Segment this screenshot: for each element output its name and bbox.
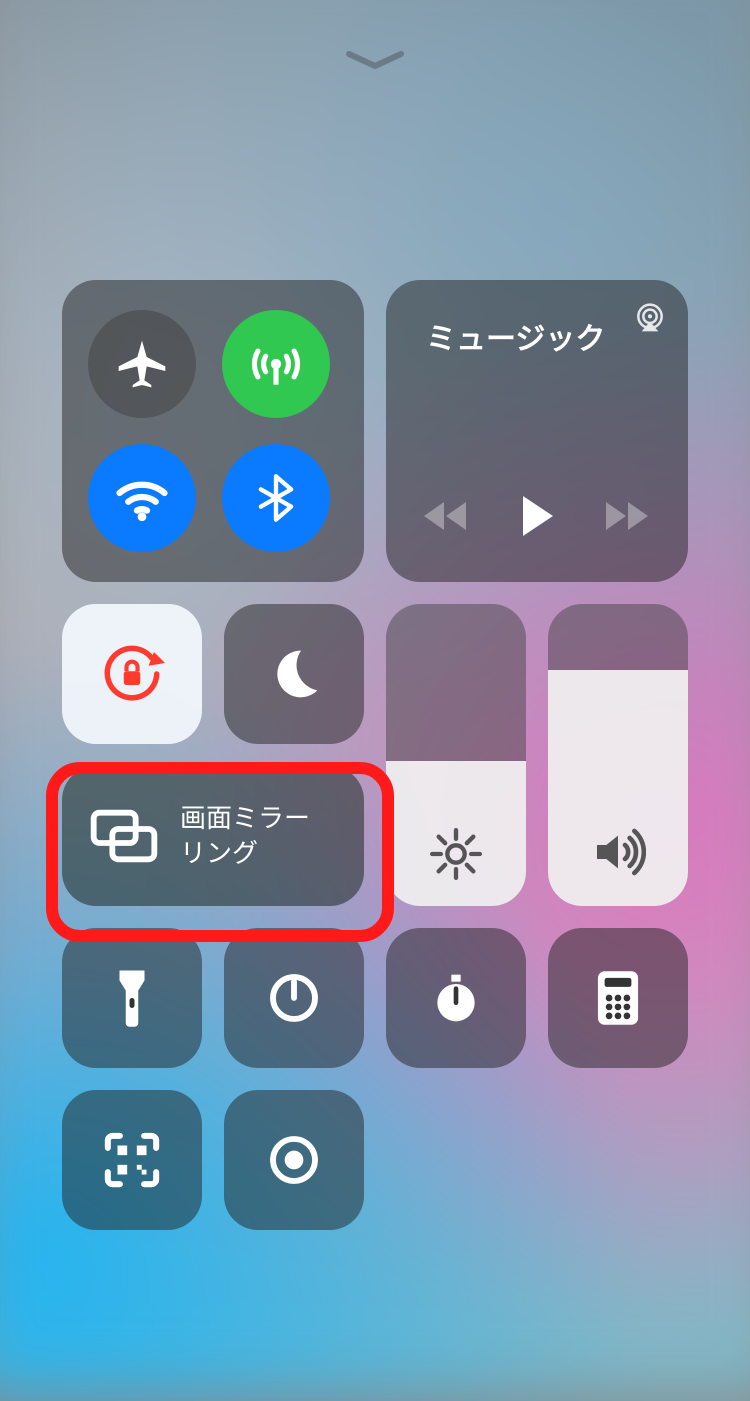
- screen-mirroring-button[interactable]: 画面ミラーリング: [62, 766, 364, 906]
- calculator-icon: [594, 969, 642, 1027]
- volume-icon: [590, 824, 646, 880]
- media-transport-controls: [408, 492, 666, 564]
- play-icon: [515, 492, 559, 540]
- media-controls-group[interactable]: ミュージック: [386, 280, 688, 582]
- airplay-icon[interactable]: [630, 298, 670, 338]
- rewind-button[interactable]: [422, 496, 470, 536]
- orientation-lock-icon: [99, 641, 165, 707]
- flashlight-icon: [110, 968, 154, 1028]
- chevron-down-icon[interactable]: [345, 50, 405, 70]
- flashlight-button[interactable]: [62, 928, 202, 1068]
- screen-record-button[interactable]: [224, 1090, 364, 1230]
- screen-mirror-icon: [88, 808, 160, 864]
- screen-record-icon: [266, 1132, 322, 1188]
- play-button[interactable]: [515, 492, 559, 540]
- volume-slider[interactable]: [548, 604, 688, 906]
- cellular-data-toggle[interactable]: [222, 310, 330, 418]
- rewind-icon: [422, 496, 470, 536]
- brightness-slider[interactable]: [386, 604, 526, 906]
- orientation-lock-toggle[interactable]: [62, 604, 202, 744]
- cellular-icon: [245, 333, 307, 395]
- screen-mirroring-label: 画面ミラーリング: [180, 801, 310, 871]
- airplane-icon: [114, 336, 170, 392]
- media-title: ミュージック: [426, 314, 605, 358]
- timer-button[interactable]: [224, 928, 364, 1068]
- stopwatch-button[interactable]: [386, 928, 526, 1068]
- forward-icon: [604, 496, 652, 536]
- forward-button[interactable]: [604, 496, 652, 536]
- bluetooth-icon: [250, 472, 302, 524]
- moon-icon: [266, 646, 322, 702]
- timer-icon: [266, 970, 322, 1026]
- connectivity-group: [62, 280, 364, 582]
- bluetooth-toggle[interactable]: [222, 444, 330, 552]
- stopwatch-icon: [428, 970, 484, 1026]
- qr-scan-button[interactable]: [62, 1090, 202, 1230]
- airplane-mode-toggle[interactable]: [88, 310, 196, 418]
- wifi-toggle[interactable]: [88, 444, 196, 552]
- do-not-disturb-toggle[interactable]: [224, 604, 364, 744]
- qr-scan-icon: [103, 1131, 161, 1189]
- brightness-icon: [430, 828, 482, 880]
- calculator-button[interactable]: [548, 928, 688, 1068]
- wifi-icon: [112, 468, 172, 528]
- control-center: ミュージック: [62, 280, 688, 1230]
